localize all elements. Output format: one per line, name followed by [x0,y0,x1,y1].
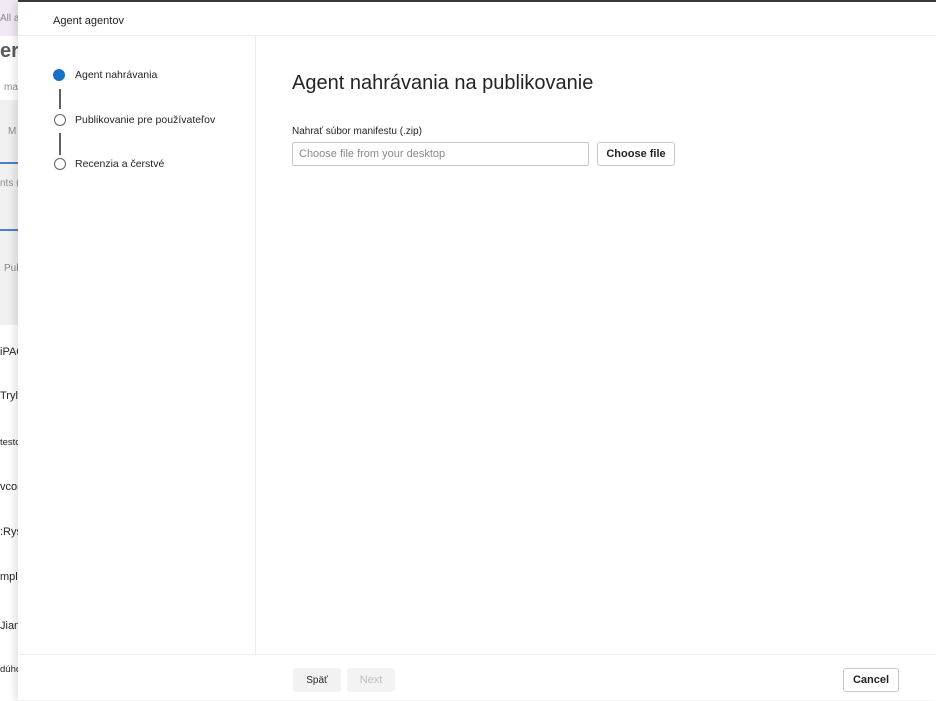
background-divider [0,162,18,164]
background-link[interactable]: All a [0,13,19,24]
step-active-icon [53,69,65,81]
panel-footer: Späť Next Cancel [18,654,936,701]
panel-header: Agent agentov [18,2,936,36]
step-connector [59,89,61,109]
choose-file-button[interactable]: Choose file [597,142,675,166]
manifest-field-label: Nahrať súbor manifestu (.zip) [292,126,422,137]
next-button[interactable]: Next [347,668,395,692]
background-text: M [8,126,17,137]
step-label: Publikovanie pre používateľov [75,114,216,126]
background-text: nts ( [0,178,20,189]
background-text: ma [4,82,18,93]
wizard-content: Agent nahrávania na publikovanie Nahrať … [256,36,936,654]
page-title: Agent nahrávania na publikovanie [292,72,594,94]
upload-agent-panel: Agent agentov Agent nahrávania Publikova… [18,0,936,700]
wizard-steps: Agent nahrávania Publikovanie pre použív… [18,36,256,654]
cancel-button[interactable]: Cancel [843,668,899,692]
manifest-file-input[interactable] [292,142,589,166]
step-label: Recenzia a čerstvé [75,158,165,170]
step-pending-icon [54,114,66,126]
step-connector [59,133,61,155]
step-label: Agent nahrávania [75,69,158,81]
background-heading: er [0,40,19,62]
step-pending-icon [54,158,66,170]
background-divider [0,229,18,231]
back-button[interactable]: Späť [293,668,341,692]
panel-title: Agent agentov [53,15,124,27]
